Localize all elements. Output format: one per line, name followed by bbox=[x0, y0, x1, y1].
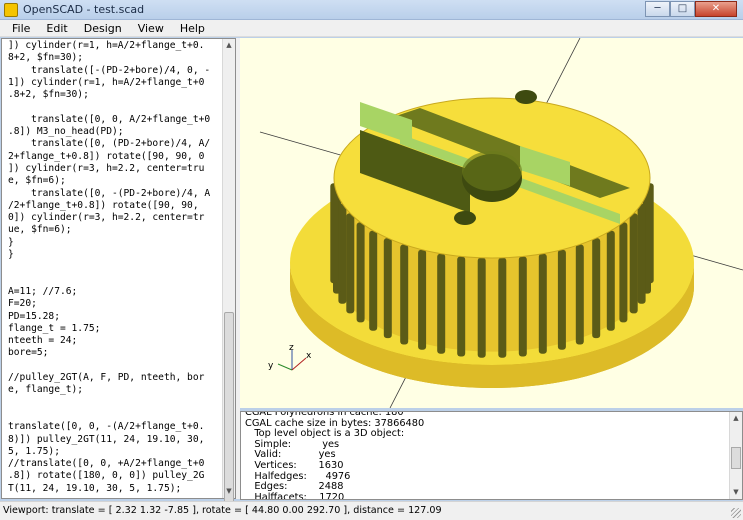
code-line[interactable]: //translate([0, 0, +A/2+flange_t+0 bbox=[8, 458, 222, 470]
gear-tooth-gap bbox=[619, 222, 628, 323]
gear-tooth-gap bbox=[557, 249, 566, 350]
title-bar: OpenSCAD - test.scad ─ □ ✕ bbox=[0, 0, 743, 20]
code-text[interactable]: ]) cylinder(r=1, h=A/2+flange_t+0. 8+2, $… bbox=[8, 40, 222, 498]
console-line: Halffacets: 1720 bbox=[245, 491, 345, 500]
gear-tooth-gap bbox=[418, 249, 427, 350]
code-line[interactable]: 8+2, $fn=30); bbox=[8, 52, 222, 64]
scroll-up-arrow-icon[interactable]: ▲ bbox=[223, 39, 235, 52]
gear-tooth-gap bbox=[383, 238, 392, 339]
console-scroll-down-icon[interactable]: ▼ bbox=[730, 486, 742, 499]
menu-view[interactable]: View bbox=[130, 22, 172, 35]
code-editor[interactable]: ]) cylinder(r=1, h=A/2+flange_t+0. 8+2, $… bbox=[1, 38, 236, 520]
gear-tooth-gap bbox=[498, 257, 507, 358]
openscad-app-icon bbox=[4, 3, 18, 17]
code-line[interactable]: //pulley_2GT(A, F, PD, nteeth, bor bbox=[8, 372, 222, 384]
code-line[interactable] bbox=[8, 261, 222, 273]
code-line[interactable]: translate([0, 0, -(A/2+flange_t+0. bbox=[8, 421, 222, 433]
code-line[interactable] bbox=[8, 274, 222, 286]
code-line[interactable]: A=11; //7.6; bbox=[8, 286, 222, 298]
window-controls: ─ □ ✕ bbox=[645, 1, 737, 17]
gear-tooth-gap bbox=[346, 213, 355, 314]
gear-tooth-gap bbox=[592, 238, 601, 339]
code-line[interactable]: e, flange_t); bbox=[8, 384, 222, 396]
console-text: CGAL Polyhedrons in cache: 180 CGAL cache… bbox=[245, 412, 725, 500]
gear-tooth-gap bbox=[637, 203, 646, 304]
gear-tooth-gap bbox=[437, 253, 446, 354]
code-line[interactable]: nteeth = 24; bbox=[8, 335, 222, 347]
scroll-down-arrow-icon[interactable]: ▼ bbox=[223, 485, 235, 498]
code-line[interactable]: .8]) M3_no_head(PD); bbox=[8, 126, 222, 138]
resize-grip-icon[interactable] bbox=[731, 508, 741, 518]
gear-tooth-gap bbox=[538, 253, 547, 354]
gear-tooth-gap bbox=[629, 213, 638, 314]
gear-tooth-gap bbox=[369, 230, 378, 331]
code-line[interactable]: translate([-(PD-2+bore)/4, 0, - bbox=[8, 65, 222, 77]
code-line[interactable]: translate([0, -(PD-2+bore)/4, A bbox=[8, 188, 222, 200]
console-scrollbar[interactable]: ▲ ▼ bbox=[729, 412, 742, 499]
menu-file[interactable]: File bbox=[4, 22, 38, 35]
maximize-button[interactable]: □ bbox=[670, 1, 695, 17]
code-line[interactable] bbox=[8, 397, 222, 409]
menu-bar: File Edit Design View Help bbox=[0, 20, 743, 37]
gear-tooth-gap bbox=[400, 244, 409, 345]
code-line[interactable]: T(11, 24, 19.10, 30, 5, 1.75); bbox=[8, 483, 222, 495]
axis-x-label: x bbox=[306, 351, 312, 361]
code-line[interactable] bbox=[8, 360, 222, 372]
gear-tooth-gap bbox=[356, 222, 365, 323]
code-line[interactable]: /2+flange_t+0.8]) rotate([90, 90, bbox=[8, 200, 222, 212]
code-line[interactable]: } bbox=[8, 237, 222, 249]
status-bar: Viewport: translate = [ 2.32 1.32 -7.85 … bbox=[0, 501, 743, 520]
code-line[interactable]: translate([0, 0, A/2+flange_t+0 bbox=[8, 114, 222, 126]
bore-hole-inner bbox=[462, 151, 522, 191]
3d-viewport[interactable]: z y x bbox=[240, 38, 743, 408]
gear-tooth-gap bbox=[457, 256, 466, 357]
code-line[interactable]: 1]) cylinder(r=1, h=A/2+flange_t+0 bbox=[8, 77, 222, 89]
code-line[interactable]: ue, $fn=6); bbox=[8, 224, 222, 236]
axis-z-label: z bbox=[289, 343, 294, 353]
viewport-status-text: Viewport: translate = [ 2.32 1.32 -7.85 … bbox=[3, 505, 442, 516]
gear-tooth-gap bbox=[330, 183, 339, 284]
code-line[interactable]: 2+flange_t+0.8]) rotate([90, 90, 0 bbox=[8, 151, 222, 163]
code-line[interactable]: e, $fn=6); bbox=[8, 175, 222, 187]
gear-tooth-gap bbox=[575, 244, 584, 345]
code-line[interactable]: translate([0, (PD-2+bore)/4, A/ bbox=[8, 138, 222, 150]
close-button[interactable]: ✕ bbox=[695, 1, 737, 17]
code-line[interactable] bbox=[8, 101, 222, 113]
menu-help[interactable]: Help bbox=[172, 22, 213, 35]
code-line[interactable]: .8+2, $fn=30); bbox=[8, 89, 222, 101]
editor-scrollbar[interactable]: ▲ ▼ bbox=[222, 39, 235, 520]
code-line[interactable]: flange_t = 1.75; bbox=[8, 323, 222, 335]
code-line[interactable]: bore=5; bbox=[8, 347, 222, 359]
console-scrollbar-thumb[interactable] bbox=[731, 447, 741, 469]
code-line[interactable]: 0]) cylinder(r=3, h=2.2, center=tr bbox=[8, 212, 222, 224]
menu-design[interactable]: Design bbox=[76, 22, 130, 35]
code-line[interactable]: .8]) rotate([180, 0, 0]) pulley_2G bbox=[8, 470, 222, 482]
code-line[interactable]: ]) cylinder(r=1, h=A/2+flange_t+0. bbox=[8, 40, 222, 52]
axis-y-label: y bbox=[268, 361, 274, 371]
code-line[interactable] bbox=[8, 409, 222, 421]
code-line[interactable]: } bbox=[8, 249, 222, 261]
axis-gizmo: z y x bbox=[268, 343, 312, 371]
gear-tooth-gap bbox=[477, 257, 486, 358]
gear-tooth-gap bbox=[606, 230, 615, 331]
console-line: Vertices: 1630 bbox=[245, 459, 344, 471]
screw-hole-top bbox=[515, 90, 537, 104]
screw-hole-bottom bbox=[454, 211, 476, 225]
code-line[interactable]: 8)]) pulley_2GT(11, 24, 19.10, 30, bbox=[8, 434, 222, 446]
window-title: OpenSCAD - test.scad bbox=[23, 3, 145, 16]
code-line[interactable]: 5, 1.75); bbox=[8, 446, 222, 458]
menu-edit[interactable]: Edit bbox=[38, 22, 75, 35]
console-panel[interactable]: CGAL Polyhedrons in cache: 180 CGAL cache… bbox=[240, 411, 743, 500]
pulley-render: z y x bbox=[259, 38, 743, 408]
code-line[interactable]: F=20; bbox=[8, 298, 222, 310]
gear-tooth-gap bbox=[518, 256, 527, 357]
code-line[interactable]: ]) cylinder(r=3, h=2.2, center=tru bbox=[8, 163, 222, 175]
minimize-button[interactable]: ─ bbox=[645, 1, 670, 17]
code-line[interactable]: PD=15.28; bbox=[8, 311, 222, 323]
console-scroll-up-icon[interactable]: ▲ bbox=[730, 412, 742, 425]
